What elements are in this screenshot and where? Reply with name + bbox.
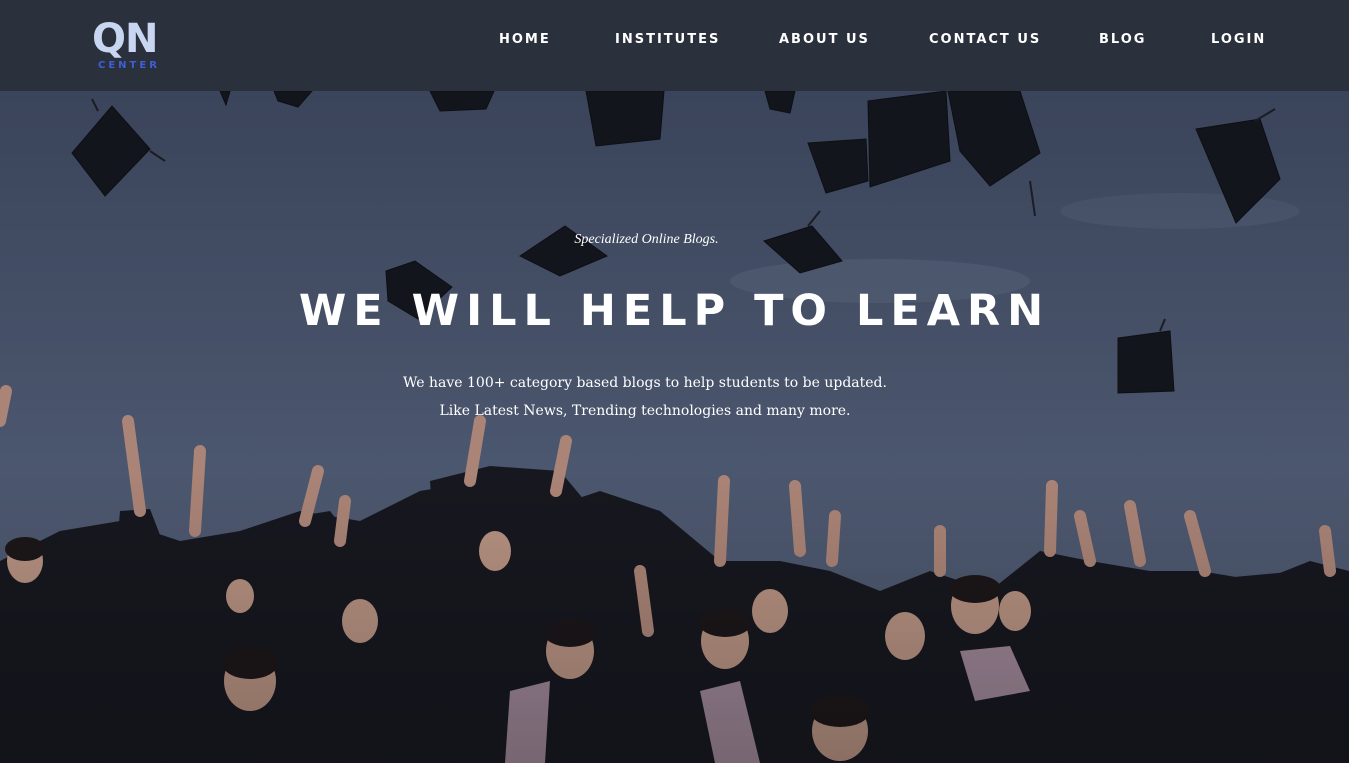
- logo-subtitle: CENTER: [98, 60, 160, 71]
- logo-mark: QN: [92, 16, 158, 62]
- hero-headline: WE WILL HELP TO LEARN: [298, 286, 1051, 336]
- top-navbar: QN CENTER HOME INSTITUTES ABOUT US CONTA…: [0, 0, 1349, 91]
- hero-description-line-2: Like Latest News, Trending technologies …: [439, 403, 851, 419]
- site-logo[interactable]: QN CENTER: [92, 16, 168, 74]
- nav-contact-link[interactable]: CONTACT US: [929, 32, 1041, 48]
- hero-tagline: Specialized Online Blogs.: [574, 232, 719, 247]
- hero-description-line-1: We have 100+ category based blogs to hel…: [403, 375, 887, 391]
- nav-home-link[interactable]: HOME: [499, 32, 551, 48]
- hero-banner: Specialized Online Blogs. WE WILL HELP T…: [0, 91, 1349, 763]
- nav-about-link[interactable]: ABOUT US: [779, 32, 870, 48]
- nav-login-link[interactable]: LOGIN: [1211, 32, 1266, 48]
- nav-blog-link[interactable]: BLOG: [1099, 32, 1146, 48]
- hero-description: We have 100+ category based blogs to hel…: [0, 369, 1290, 425]
- hero-content: Specialized Online Blogs. WE WILL HELP T…: [0, 91, 1349, 763]
- nav-institutes-link[interactable]: INSTITUTES: [615, 32, 720, 48]
